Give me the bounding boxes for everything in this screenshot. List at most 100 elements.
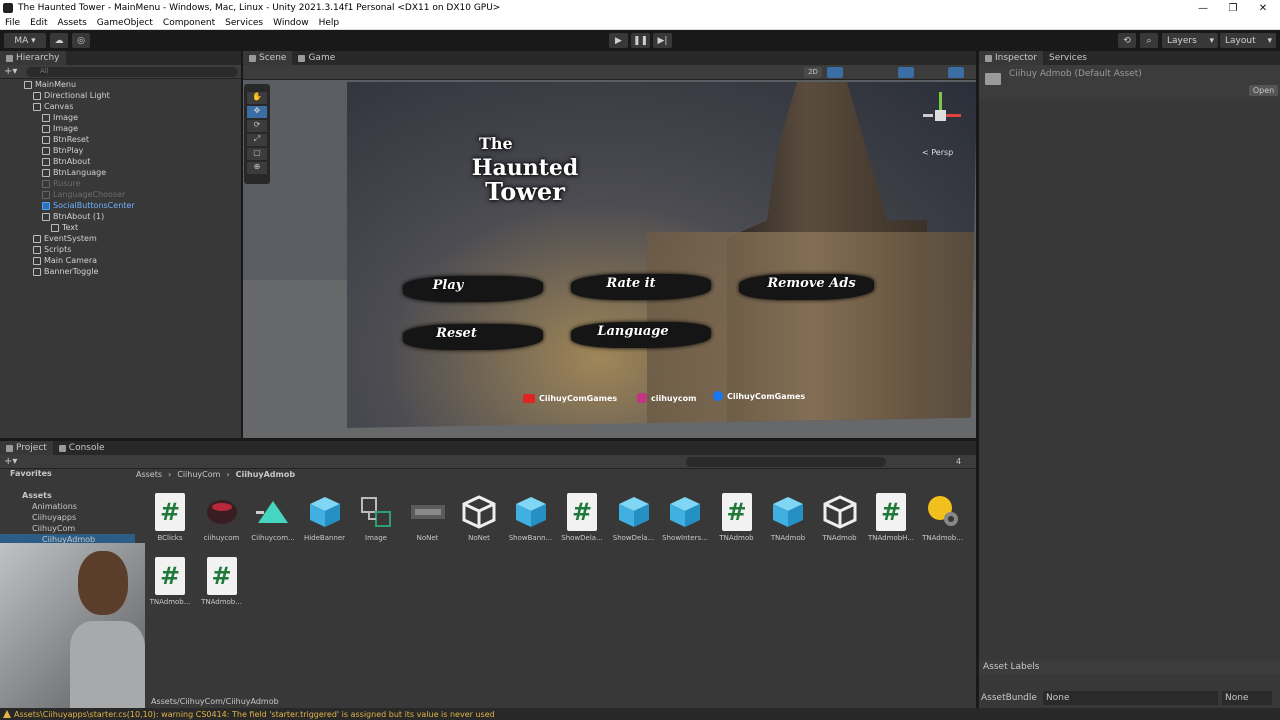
game-remove-ads-button[interactable]: Remove Ads <box>749 276 874 291</box>
open-button[interactable]: Open <box>1249 85 1278 96</box>
hierarchy-item[interactable]: Scripts <box>33 244 71 255</box>
asset-item[interactable]: TNAdmob <box>764 493 812 542</box>
perspective-label[interactable]: < Persp <box>922 148 953 157</box>
tab-console[interactable]: Console <box>53 441 111 455</box>
scale-tool-icon[interactable]: ⤢ <box>247 134 267 146</box>
asset-item[interactable]: ShowDela... <box>610 493 658 542</box>
play-button[interactable]: ▶ <box>609 33 628 48</box>
search-icon[interactable]: ⌕ <box>1140 33 1158 48</box>
tree-ciihuycom[interactable]: CiihuyCom <box>32 524 75 533</box>
menu-assets[interactable]: Assets <box>53 18 92 28</box>
asset-item[interactable]: NoNet <box>455 493 503 542</box>
asset-item[interactable]: ShowBann... <box>507 493 555 542</box>
gizmos-toggle-icon[interactable] <box>948 67 964 78</box>
hierarchy-item[interactable]: EventSystem <box>33 233 97 244</box>
tree-favorites[interactable]: Favorites <box>10 469 52 478</box>
game-play-button[interactable]: Play <box>403 278 493 293</box>
tab-game[interactable]: Game <box>292 51 341 65</box>
hierarchy-item[interactable]: BtnAbout <box>42 156 90 167</box>
tab-inspector[interactable]: Inspector <box>979 51 1043 65</box>
minimize-button[interactable]: — <box>1188 0 1218 16</box>
asset-item[interactable]: HideBanner <box>301 493 349 542</box>
visibility-toggle-icon[interactable] <box>898 67 914 78</box>
hand-tool-icon[interactable]: ✋ <box>247 92 267 104</box>
collab-icon[interactable]: ◎ <box>72 33 90 48</box>
move-tool-icon[interactable]: ✥ <box>247 106 267 118</box>
menu-help[interactable]: Help <box>314 18 345 28</box>
cloud-icon[interactable]: ☁ <box>50 33 68 48</box>
transform-tool-icon[interactable]: ⊕ <box>247 162 267 174</box>
hierarchy-item[interactable]: Directional Light <box>33 90 110 101</box>
menu-gameobject[interactable]: GameObject <box>92 18 158 28</box>
hierarchy-item[interactable]: Image <box>42 123 78 134</box>
asset-item[interactable]: ShowInters... <box>661 493 709 542</box>
hierarchy-item[interactable]: Image <box>42 112 78 123</box>
hierarchy-search-input[interactable]: All <box>26 67 238 77</box>
breadcrumb-ciihuycom[interactable]: CiihuyCom <box>177 470 220 479</box>
game-language-button[interactable]: Language <box>573 324 693 339</box>
scene-orientation-gizmo[interactable] <box>919 92 963 136</box>
scene-viewport[interactable]: The Haunted Tower Play Rate it Remove Ad… <box>243 80 976 438</box>
asset-item[interactable]: # TNAdmob... <box>146 557 194 606</box>
asset-variant-dropdown[interactable]: None <box>1222 691 1272 705</box>
maximize-button[interactable]: ❐ <box>1218 0 1248 16</box>
close-button[interactable]: ✕ <box>1248 0 1278 16</box>
breadcrumb-assets[interactable]: Assets <box>136 470 162 479</box>
hierarchy-item[interactable]: Main Camera <box>33 255 97 266</box>
tree-assets[interactable]: Assets <box>22 491 52 500</box>
game-rate-button[interactable]: Rate it <box>581 276 681 291</box>
hierarchy-item[interactable]: BtnPlay <box>42 145 83 156</box>
asset-item[interactable]: # BClicks <box>146 493 194 542</box>
lighting-toggle-icon[interactable] <box>827 67 843 78</box>
hierarchy-item[interactable]: Rusure <box>42 178 81 189</box>
toggle-2d-button[interactable]: 2D <box>804 67 822 78</box>
hierarchy-item[interactable]: MainMenu <box>24 79 76 90</box>
asset-item[interactable]: # ShowDela... <box>558 493 606 542</box>
add-icon[interactable]: +▾ <box>4 456 17 467</box>
asset-item[interactable]: Image <box>352 493 400 542</box>
asset-item[interactable]: # TNAdmob... <box>198 557 246 606</box>
asset-item[interactable]: # TNAdmobH... <box>867 493 915 542</box>
pause-button[interactable]: ❚❚ <box>631 33 650 48</box>
asset-item[interactable]: TNAdmob... <box>919 493 967 542</box>
hierarchy-item[interactable]: BtnLanguage <box>42 167 106 178</box>
hierarchy-item[interactable]: BtnReset <box>42 134 89 145</box>
game-reset-button[interactable]: Reset <box>409 326 504 341</box>
asset-item[interactable]: ciihuycom <box>198 493 246 542</box>
status-bar[interactable]: Assets\Ciihuyapps\starter.cs(10,10): war… <box>0 708 1280 720</box>
step-button[interactable]: ▶| <box>653 33 672 48</box>
history-icon[interactable]: ⟲ <box>1118 33 1136 48</box>
asset-item[interactable]: Ciihuycom... <box>249 493 297 542</box>
menu-file[interactable]: File <box>0 18 25 28</box>
social-instagram[interactable]: ciihuycom <box>637 393 696 403</box>
hierarchy-item[interactable]: BannerToggle <box>33 266 98 277</box>
layout-dropdown[interactable]: Layout ▾ <box>1220 33 1276 48</box>
tab-hierarchy[interactable]: Hierarchy <box>0 51 66 65</box>
rotate-tool-icon[interactable]: ⟳ <box>247 120 267 132</box>
menu-edit[interactable]: Edit <box>25 18 52 28</box>
hierarchy-item[interactable]: Text <box>51 222 78 233</box>
tab-scene[interactable]: Scene <box>243 51 293 65</box>
asset-item[interactable]: NoNet <box>404 493 452 542</box>
tab-services[interactable]: Services <box>1043 51 1093 65</box>
menu-component[interactable]: Component <box>158 18 220 28</box>
menu-window[interactable]: Window <box>268 18 314 28</box>
add-icon[interactable]: +▾ <box>4 66 17 77</box>
rect-tool-icon[interactable]: ▢ <box>247 148 267 160</box>
tree-animations[interactable]: Animations <box>32 502 77 511</box>
breadcrumb-ciihuyadmob[interactable]: CiihuyAdmob <box>236 470 295 479</box>
tree-ciihuyapps[interactable]: Ciihuyapps <box>32 513 76 522</box>
project-search-input[interactable] <box>686 457 886 467</box>
asset-item[interactable]: # TNAdmob <box>713 493 761 542</box>
tab-project[interactable]: Project <box>0 441 53 455</box>
social-youtube[interactable]: CiihuyComGames <box>523 394 617 403</box>
menu-services[interactable]: Services <box>220 18 268 28</box>
social-facebook[interactable]: CiihuyComGames <box>713 391 805 401</box>
layers-dropdown[interactable]: Layers ▾ <box>1162 33 1218 48</box>
asset-bundle-dropdown[interactable]: None <box>1043 691 1218 705</box>
asset-item[interactable]: TNAdmob <box>816 493 864 542</box>
hierarchy-item[interactable]: LanguageChooser <box>42 189 125 200</box>
hierarchy-item[interactable]: BtnAbout (1) <box>42 211 104 222</box>
hierarchy-item[interactable]: Canvas <box>33 101 73 112</box>
account-button[interactable]: MA ▾ <box>4 33 46 48</box>
